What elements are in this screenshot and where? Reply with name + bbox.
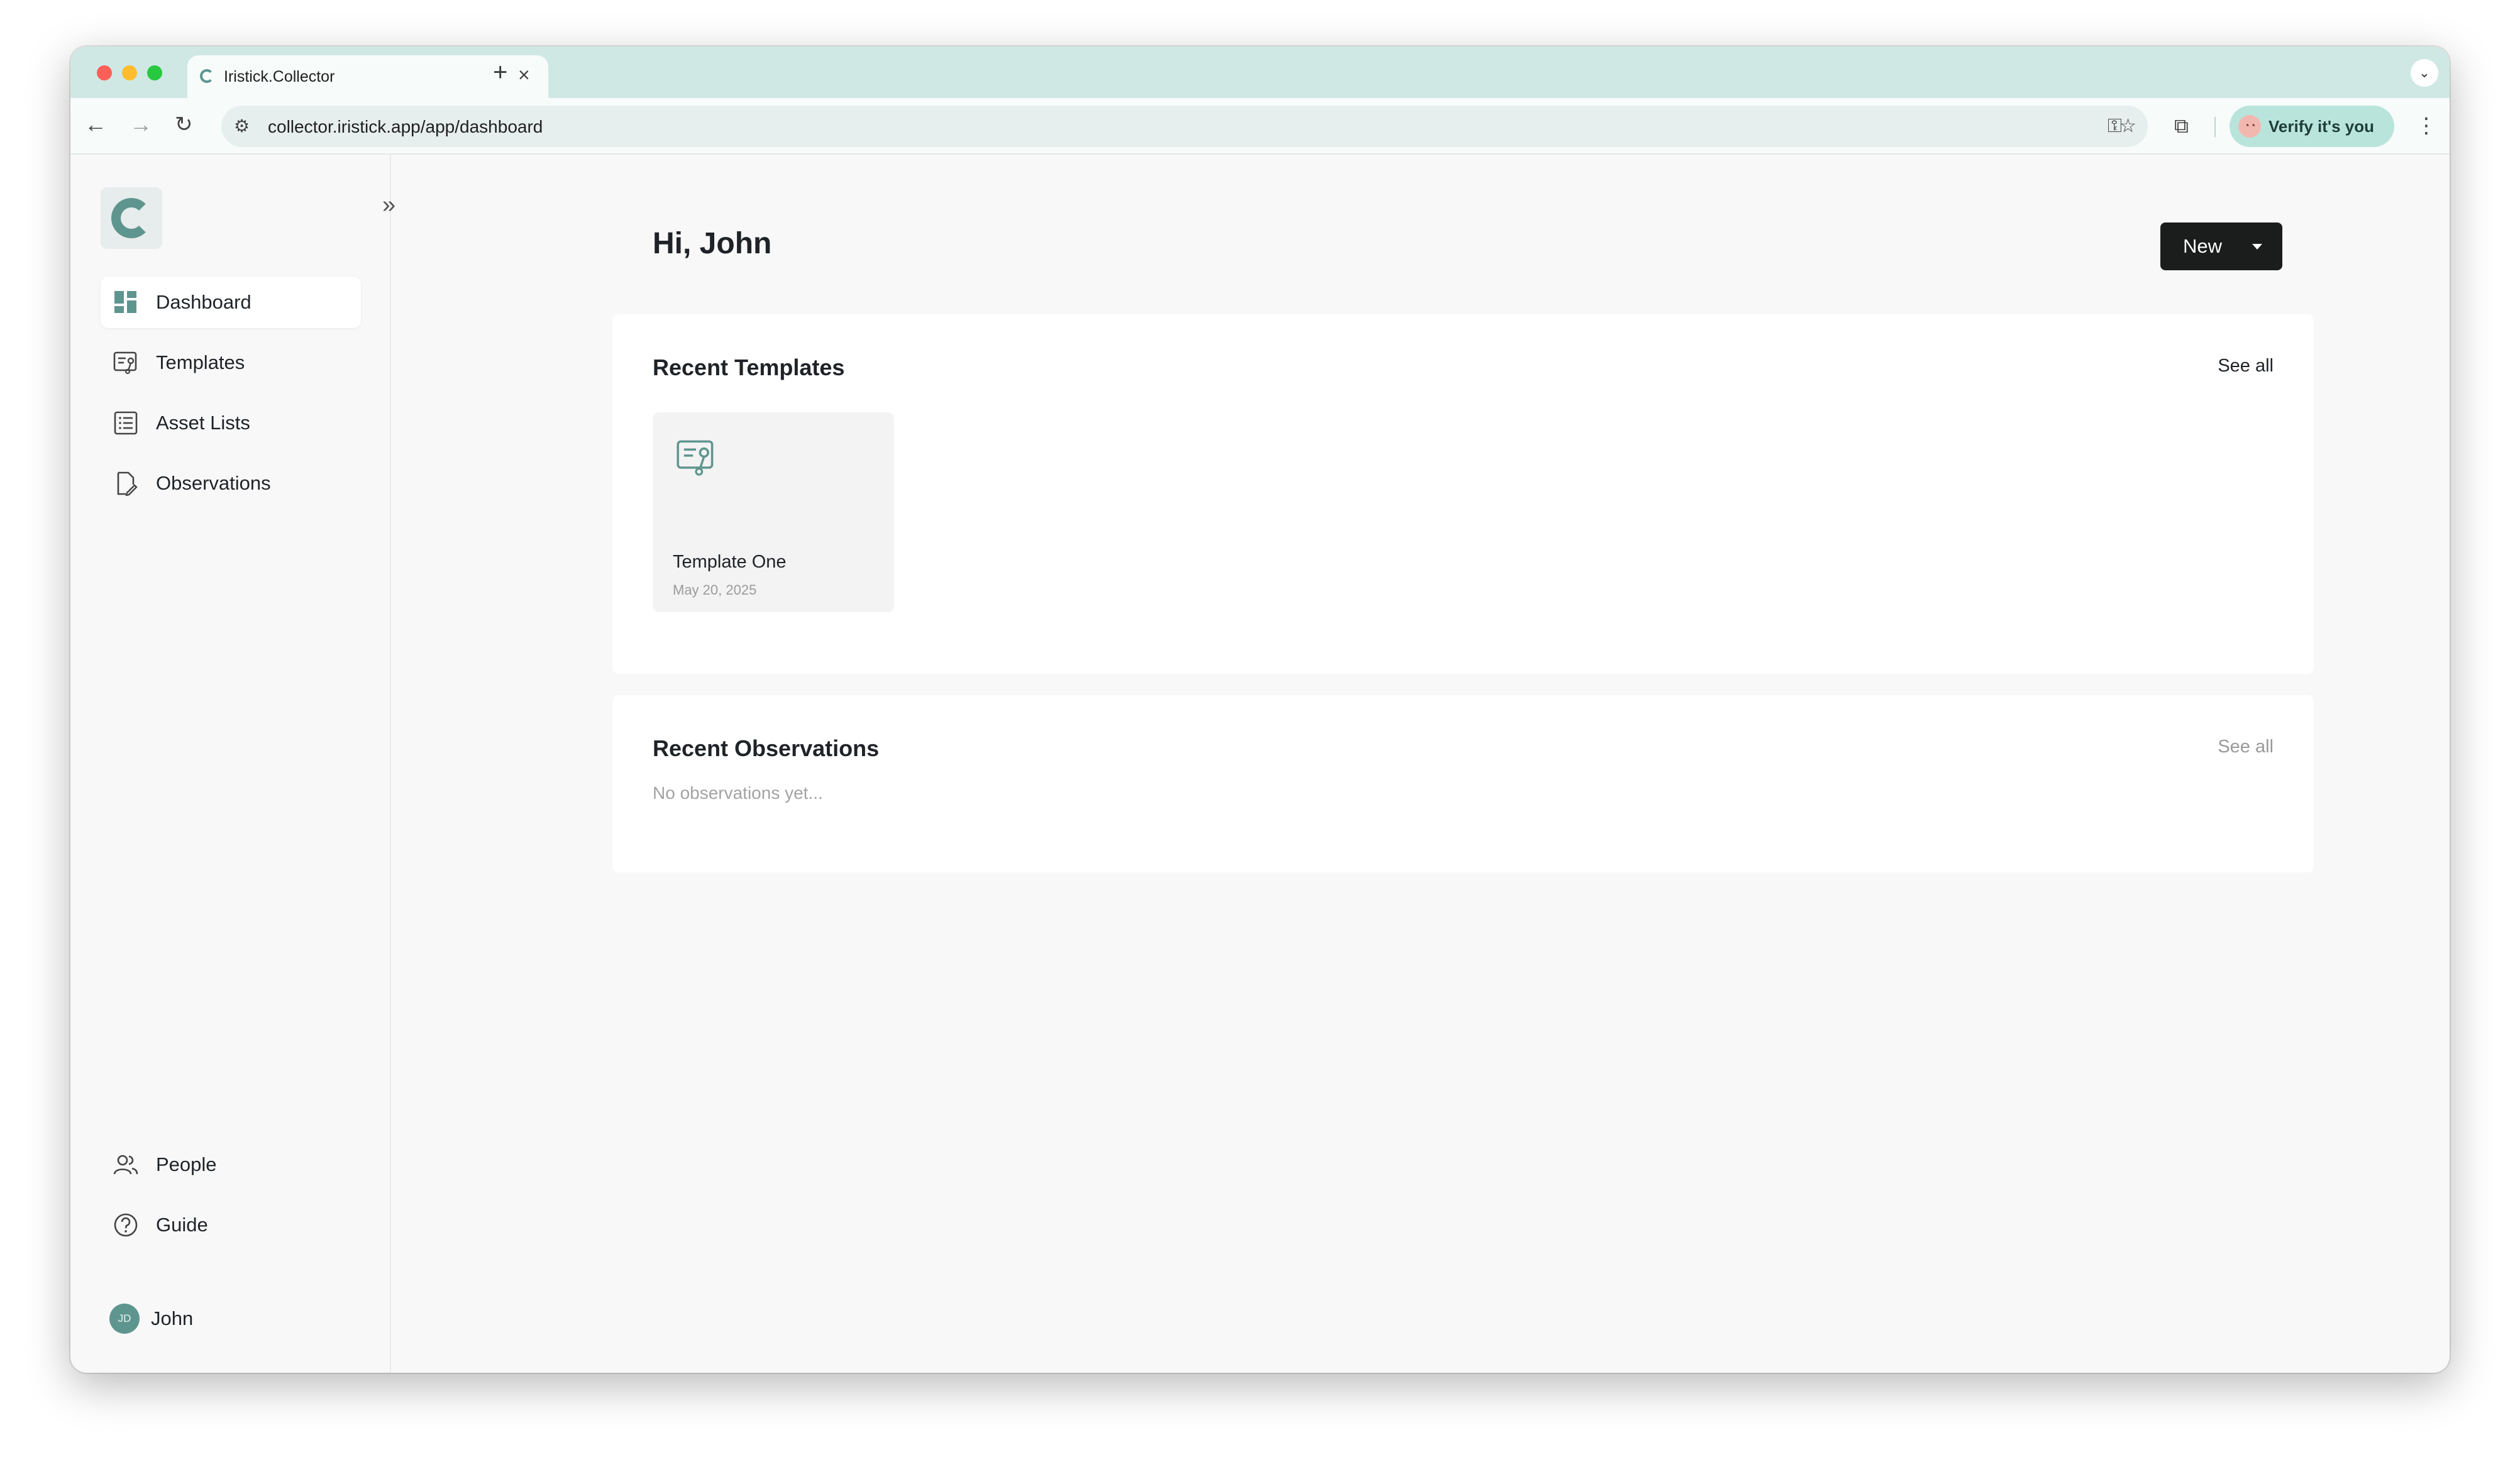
recent-templates-title: Recent Templates [653, 354, 845, 380]
address-bar[interactable]: ⚙ collector.iristick.app/app/dashboard ⚿… [221, 106, 2148, 147]
sidebar-item-guide[interactable]: Guide [101, 1199, 361, 1251]
template-name: Template One [673, 552, 787, 572]
profile-avatar-icon: ◔◔ [2238, 115, 2261, 138]
favicon-icon [200, 69, 214, 83]
recent-observations-title: Recent Observations [653, 735, 880, 761]
url-text[interactable]: collector.iristick.app/app/dashboard [268, 117, 543, 137]
tab-search-icon[interactable]: ⌄ [2411, 59, 2438, 87]
user-menu[interactable]: JD John [109, 1304, 193, 1334]
sidebar-item-templates[interactable]: Templates [101, 337, 361, 388]
sidebar: » Dashboard Templates Asset Lists Observ… [70, 155, 395, 1373]
browser-toolbar: ← → ↻ ⚙ collector.iristick.app/app/dashb… [70, 98, 2450, 155]
templates-icon [113, 351, 137, 375]
new-button-label: New [2183, 235, 2223, 257]
verify-label: Verify it's you [2269, 116, 2375, 136]
people-icon [113, 1155, 138, 1175]
new-button[interactable]: New [2160, 223, 2282, 270]
app-body: » Dashboard Templates Asset Lists Observ… [70, 155, 2450, 1373]
tab-strip: Iristick.Collector × + ⌄ [70, 47, 2450, 98]
browser-window: Iristick.Collector × + ⌄ ← → ↻ ⚙ collect… [70, 47, 2450, 1373]
sidebar-item-asset-lists[interactable]: Asset Lists [101, 397, 361, 449]
extensions-icon[interactable]: ⧉ [2174, 113, 2189, 138]
caret-down-icon[interactable] [2252, 244, 2262, 250]
sidebar-item-label: Guide [156, 1214, 208, 1236]
page-title: Hi, John [653, 227, 772, 260]
sidebar-item-observations[interactable]: Observations [101, 458, 361, 509]
template-date: May 20, 2025 [673, 582, 757, 598]
new-tab-button[interactable]: + [493, 58, 507, 87]
empty-state-text: No observations yet... [653, 783, 823, 803]
logo-c-icon [111, 198, 152, 238]
sidebar-item-label: Templates [156, 351, 245, 373]
avatar: JD [109, 1304, 140, 1334]
observations-icon [117, 471, 138, 496]
toolbar-divider [2214, 117, 2216, 137]
sidebar-item-label: Dashboard [156, 291, 251, 313]
sidebar-item-dashboard[interactable]: Dashboard [101, 277, 361, 328]
tab-title: Iristick.Collector [224, 68, 335, 85]
template-icon [677, 440, 714, 476]
sidebar-item-label: Asset Lists [156, 412, 250, 434]
minimize-window-button[interactable] [122, 65, 137, 80]
guide-icon [114, 1213, 138, 1237]
see-all-templates-link[interactable]: See all [2218, 356, 2274, 376]
close-window-button[interactable] [97, 65, 112, 80]
reload-icon[interactable]: ↻ [175, 111, 193, 138]
dashboard-icon [114, 291, 136, 313]
app-logo[interactable] [101, 187, 162, 249]
sidebar-item-label: People [156, 1153, 217, 1175]
sidebar-item-people[interactable]: People [101, 1139, 361, 1190]
forward-icon[interactable]: → [130, 111, 152, 138]
sidebar-item-label: Observations [156, 472, 271, 494]
maximize-window-button[interactable] [147, 65, 162, 80]
user-name: John [151, 1307, 194, 1329]
profile-verify-button[interactable]: ◔◔ Verify it's you [2230, 106, 2394, 147]
bookmark-star-icon[interactable]: ☆ [2119, 114, 2136, 138]
asset-lists-icon [114, 411, 138, 435]
browser-menu-icon[interactable]: ⋮ [2416, 112, 2437, 140]
see-all-observations-link[interactable]: See all [2218, 737, 2274, 757]
site-info-icon[interactable]: ⚙ [234, 116, 250, 137]
recent-templates-card: Recent Templates See all Template One Ma… [612, 314, 2314, 674]
template-card[interactable]: Template One May 20, 2025 [653, 412, 894, 612]
recent-observations-card: Recent Observations See all No observati… [612, 695, 2314, 872]
main-content: Hi, John New Recent Templates See all Te… [392, 155, 2450, 1373]
back-icon[interactable]: ← [84, 111, 107, 138]
tab-close-icon[interactable]: × [518, 64, 530, 85]
